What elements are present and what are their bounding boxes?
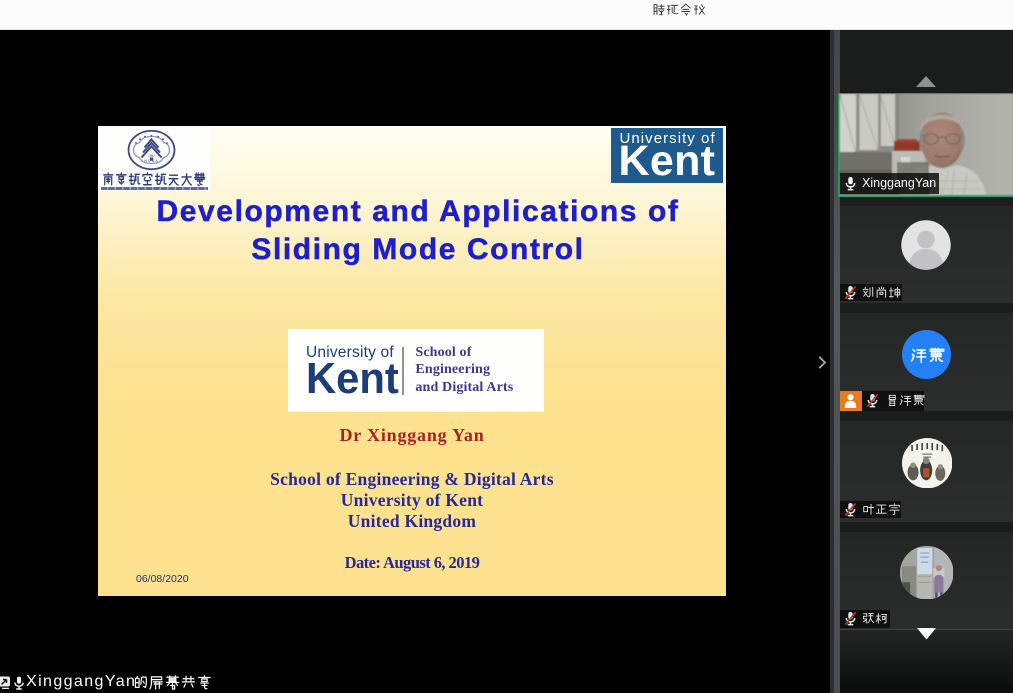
svg-text:1952: 1952 <box>148 154 155 158</box>
svg-text:NUAA: NUAA <box>144 159 159 163</box>
